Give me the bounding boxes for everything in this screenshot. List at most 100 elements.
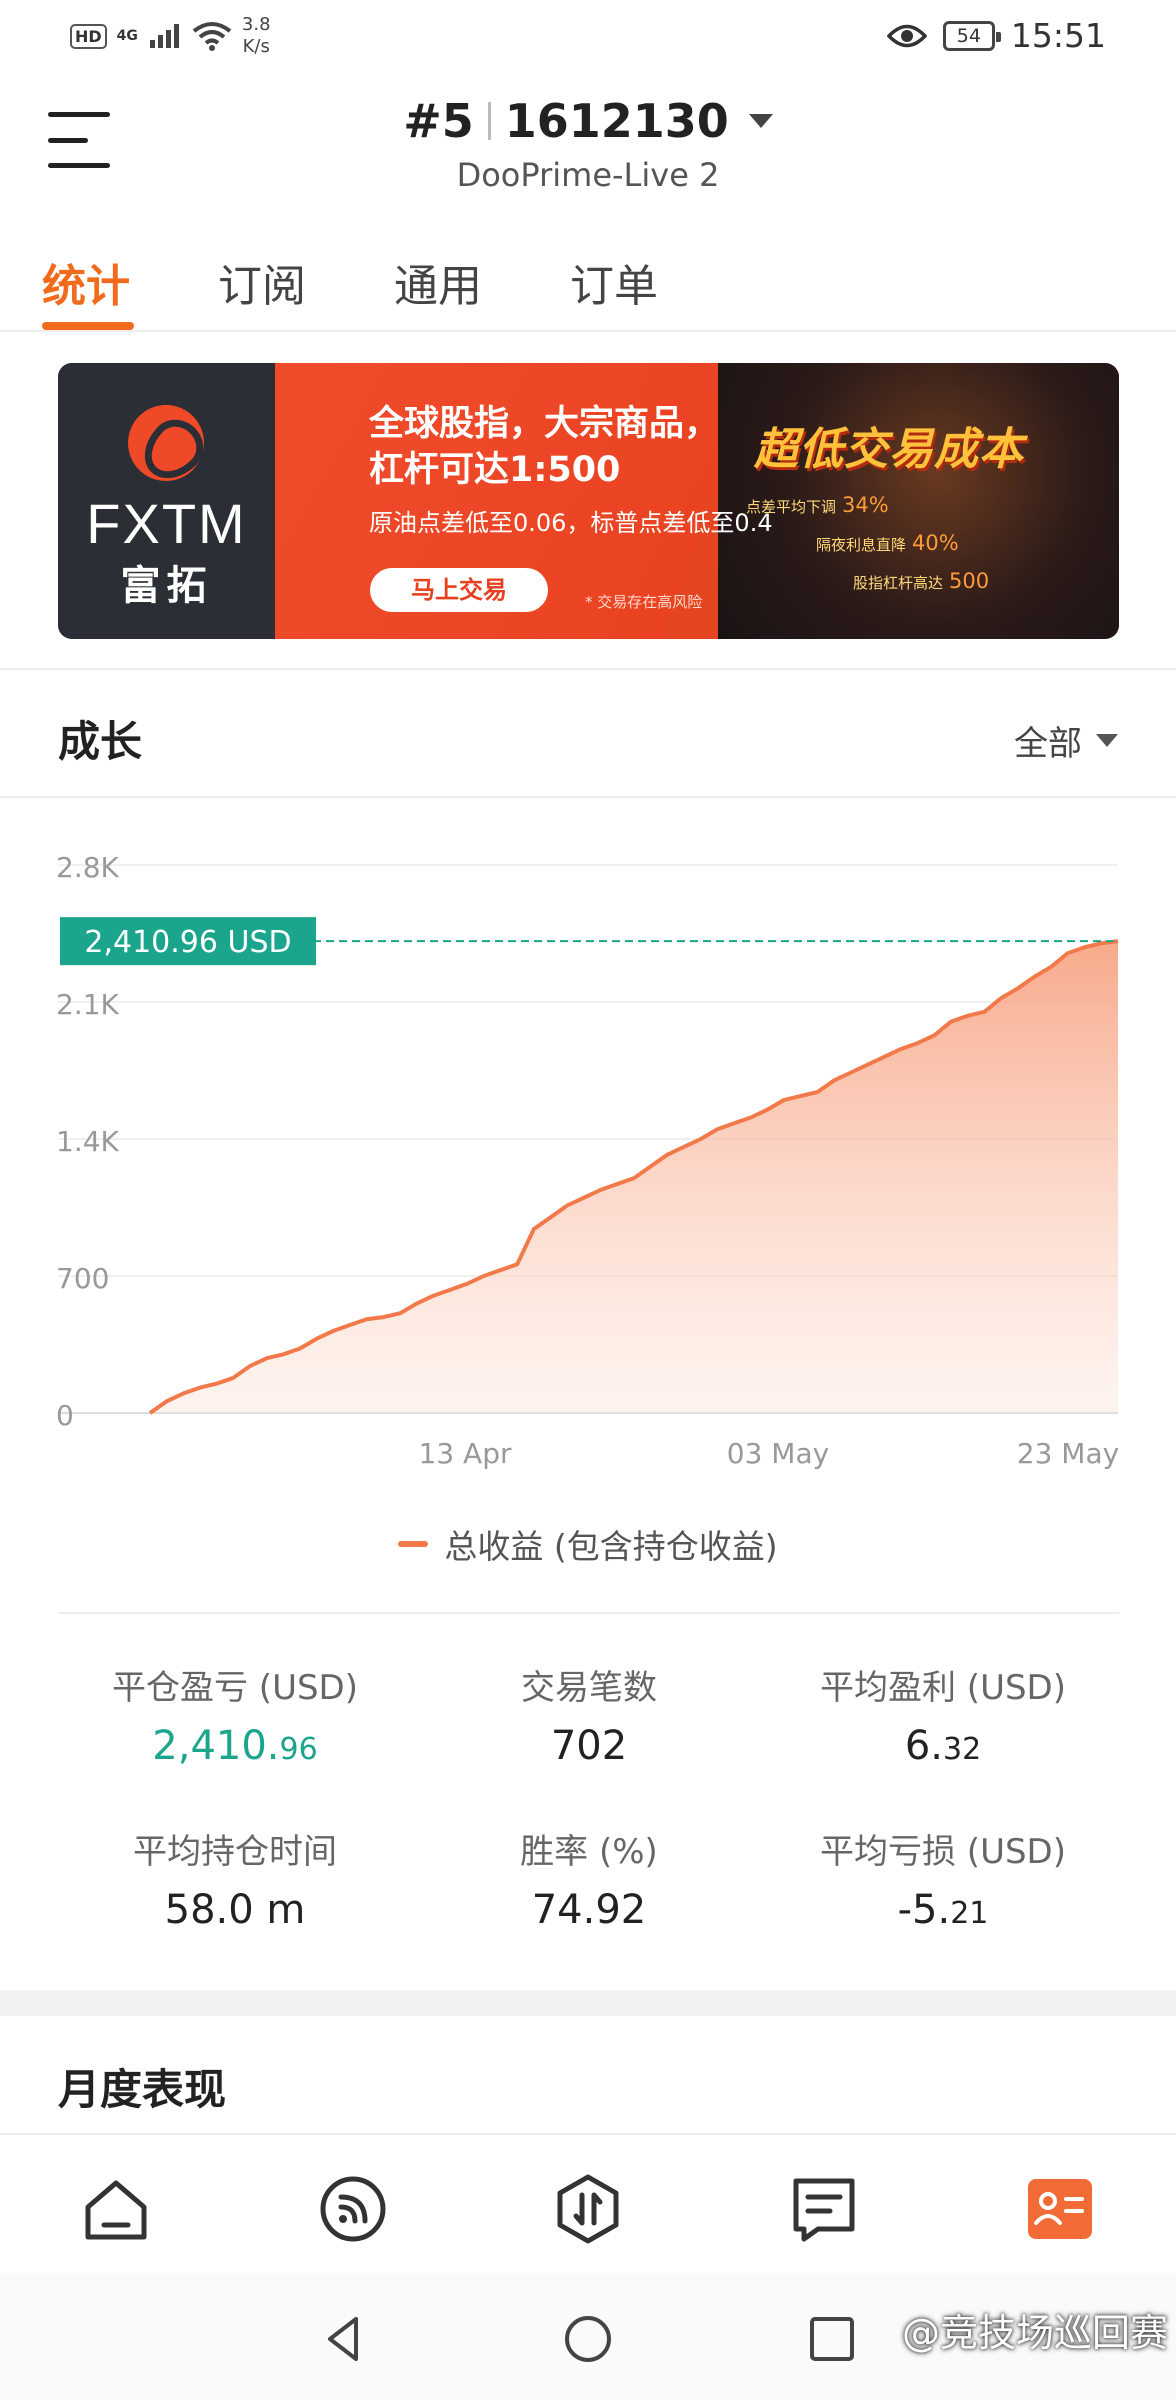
stat-value-main: 702 — [550, 1723, 628, 1769]
stat-value: 6.32 — [766, 1723, 1120, 1769]
section-divider — [0, 796, 1176, 798]
stat-label: 胜率 (%) — [520, 1832, 658, 1872]
tab-subscribe[interactable]: 订阅 — [218, 250, 306, 314]
wifi-icon — [192, 22, 232, 51]
stat-value-fraction: 96 — [279, 1732, 318, 1767]
tab-bar: 统计 订阅 通用 订单 — [0, 240, 1176, 332]
banner-feature: 隔夜利息直降 40% — [816, 531, 959, 555]
risk-warning: * 交易存在高风险 — [585, 593, 703, 611]
stat-value: 74.92 — [412, 1887, 766, 1933]
status-right: 54 15:51 — [886, 16, 1106, 55]
section-gap — [0, 1990, 1176, 2016]
x-tick-label: 03 May — [727, 1437, 829, 1470]
stats-grid: 平仓盈亏 (USD) 2,410.96 交易笔数 702 平均盈利 (USD) 6.32 平… — [58, 1612, 1119, 1933]
legend-label: 总收益 (包含持仓收益) — [444, 1527, 778, 1566]
feature-value: 34% — [842, 493, 889, 517]
home-icon[interactable] — [80, 2173, 152, 2245]
banner-headline-1: 全球股指，大宗商品， — [369, 404, 720, 444]
stat-label: 平均持仓时间 — [133, 1832, 337, 1872]
trade-now-button[interactable]: 马上交易 — [370, 568, 548, 612]
banner-brand-cn: 富拓 — [120, 563, 213, 609]
growth-filter-label: 全部 — [1014, 724, 1082, 764]
banner-headline-2: 杠杆可达1:500 — [369, 450, 621, 490]
growth-range-filter[interactable]: 全部 — [1014, 716, 1118, 765]
stat-value-main: -5. — [897, 1887, 951, 1933]
stat-value: 702 — [412, 1723, 766, 1769]
hd-badge: HD — [70, 23, 107, 49]
banner-headline: 全球股指，大宗商品， 杠杆可达1:500 — [369, 401, 719, 493]
message-icon[interactable] — [788, 2173, 860, 2245]
signal-icon — [149, 24, 179, 48]
clock: 15:51 — [1010, 16, 1106, 55]
speed-value: 3.8 — [241, 14, 271, 35]
stat-value-main: 74.92 — [531, 1887, 647, 1933]
banner-brand: FXTM — [86, 492, 247, 555]
battery-icon: 54 — [942, 20, 1001, 51]
stat-value-main: 2,410. — [152, 1723, 280, 1769]
app-screen: HD 4G 3.8 K/s 54 15:51 #5 1612130 DooPri… — [0, 0, 1176, 2400]
feature-label: 隔夜利息直降 — [816, 536, 907, 554]
account-selector[interactable]: #5 1612130 DooPrime-Live 2 — [0, 94, 1176, 194]
network-speed: 3.8 K/s — [242, 14, 271, 58]
stat-value: 2,410.96 — [58, 1723, 412, 1769]
recents-icon[interactable] — [806, 2313, 858, 2365]
stat-cell: 胜率 (%) 74.92 — [412, 1824, 766, 1933]
stat-label: 交易笔数 — [521, 1668, 657, 1708]
y-tick-label: 700 — [56, 1262, 109, 1295]
stat-value-fraction: 21 — [950, 1896, 989, 1931]
home-circle-icon[interactable] — [562, 2313, 614, 2365]
growth-title: 成长 — [58, 717, 143, 766]
tab-general[interactable]: 通用 — [394, 250, 482, 314]
rank-label: #5 — [403, 94, 474, 148]
tab-orders[interactable]: 订单 — [570, 250, 658, 314]
y-tick-label: 1.4K — [56, 1125, 120, 1158]
section-divider — [0, 668, 1176, 670]
feature-value: 500 — [949, 569, 990, 593]
y-tick-label: 0 — [56, 1399, 74, 1432]
banner-feature: 股指杠杆高达 500 — [853, 569, 989, 593]
ad-banner[interactable]: FXTM 富拓 全球股指，大宗商品， 杠杆可达1:500 原油点差低至0.06，… — [58, 363, 1119, 639]
banner-logo: FXTM 富拓 — [58, 363, 275, 639]
feature-value: 40% — [912, 531, 959, 555]
stat-label: 平均盈利 (USD) — [820, 1668, 1066, 1708]
dropdown-caret-icon — [748, 114, 773, 128]
stat-value: 58.0 m — [58, 1887, 412, 1933]
x-tick-label: 13 Apr — [419, 1437, 512, 1470]
growth-chart: 2.8K 2.1K 1.4K 700 0 13 Apr 03 May 23 May 2,410.… — [0, 820, 1176, 1560]
status-bar: HD 4G 3.8 K/s 54 15:51 — [0, 0, 1176, 72]
y-tick-label: 2.8K — [56, 851, 120, 884]
stat-value-fraction: 32 — [942, 1732, 982, 1767]
title-divider — [487, 102, 491, 140]
profile-card-icon[interactable] — [1024, 2173, 1096, 2245]
x-tick-label: 23 May — [1017, 1437, 1119, 1470]
monthly-performance-title: 月度表现 — [58, 2065, 227, 2114]
stat-cell: 平均亏损 (USD) -5.21 — [766, 1824, 1120, 1933]
stat-cell: 平均盈利 (USD) 6.32 — [766, 1660, 1120, 1769]
app-header: #5 1612130 DooPrime-Live 2 — [0, 72, 1176, 202]
stat-value-main: 6. — [904, 1723, 943, 1769]
stat-cell: 平均持仓时间 58.0 m — [58, 1824, 412, 1933]
banner-feature-panel: 超低交易成本 点差平均下调 34% 隔夜利息直降 40% 股指杠杆高达 500 — [718, 363, 1119, 639]
watermark: @竞技场巡回赛 — [901, 2311, 1168, 2355]
legend-swatch — [398, 1541, 429, 1547]
status-left: HD 4G 3.8 K/s — [70, 14, 271, 58]
stat-cell: 交易笔数 702 — [412, 1660, 766, 1769]
tab-statistics[interactable]: 统计 — [42, 250, 130, 314]
bottom-nav — [0, 2133, 1176, 2273]
chart-legend: 总收益 (包含持仓收益) — [0, 1520, 1176, 1568]
y-tick-label: 2.1K — [56, 988, 120, 1021]
feed-icon[interactable] — [317, 2173, 389, 2245]
stat-value-main: 58.0 m — [164, 1887, 306, 1933]
stat-value: -5.21 — [766, 1887, 1120, 1933]
trade-icon[interactable] — [552, 2173, 624, 2245]
active-tab-indicator — [42, 322, 134, 330]
dropdown-caret-icon — [1096, 734, 1118, 747]
stat-label: 平仓盈亏 (USD) — [112, 1668, 358, 1708]
network-label: 4G — [116, 28, 138, 44]
server-name: DooPrime-Live 2 — [456, 156, 720, 194]
growth-chart-svg: 2.8K 2.1K 1.4K 700 0 13 Apr 03 May 23 May 2,410.… — [56, 851, 1119, 1470]
account-number: 1612130 — [504, 94, 729, 148]
banner-subline: 原油点差低至0.06，标普点差低至0.4 — [369, 509, 773, 537]
speed-unit: K/s — [242, 36, 270, 57]
back-icon[interactable] — [318, 2313, 370, 2365]
